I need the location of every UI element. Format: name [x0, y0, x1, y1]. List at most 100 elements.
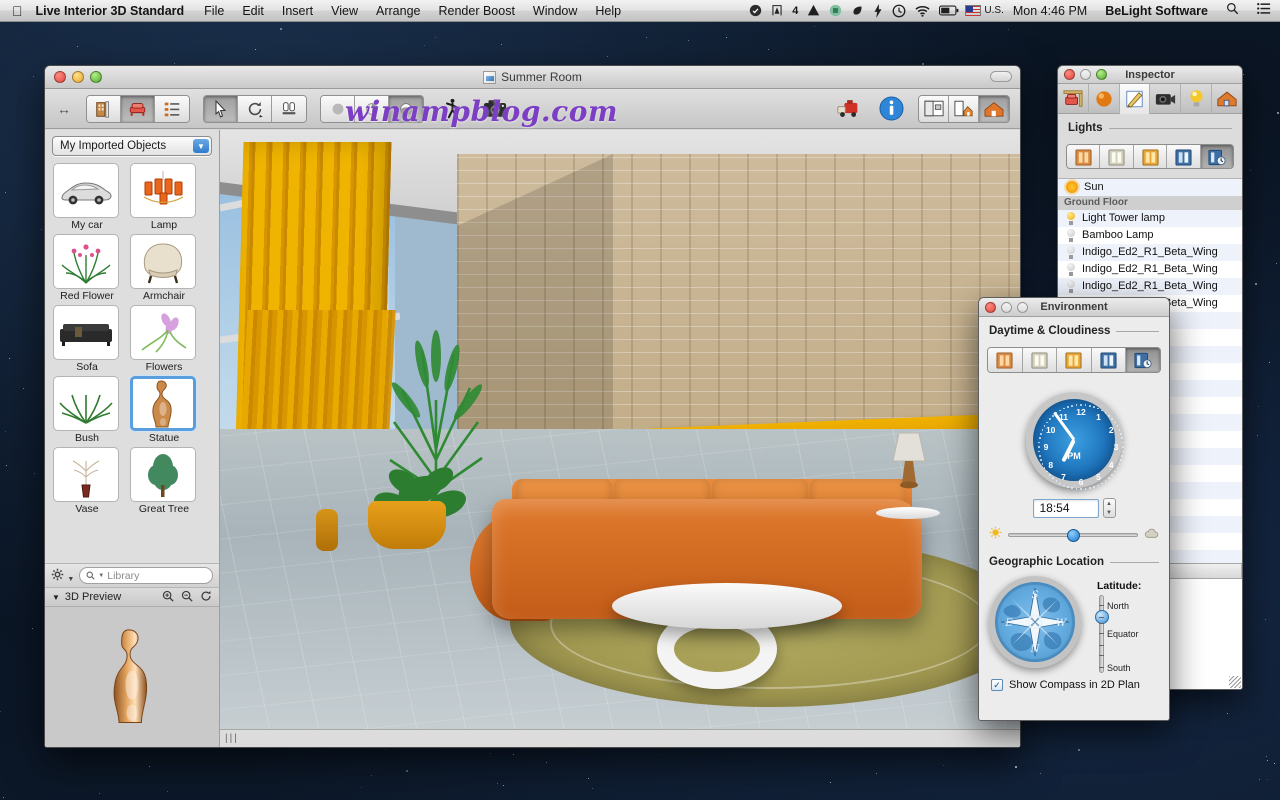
- show-compass-checkbox-row[interactable]: ✓ Show Compass in 2D Plan: [979, 673, 1169, 691]
- bulb-icon[interactable]: [1066, 263, 1076, 276]
- flash-icon[interactable]: [873, 4, 883, 18]
- search-icon[interactable]: [1217, 0, 1248, 22]
- list-item[interactable]: Light Tower lamp: [1058, 210, 1242, 227]
- tool-segment[interactable]: [203, 95, 307, 123]
- furniture-view-icon[interactable]: [121, 96, 155, 122]
- dropbox-icon[interactable]: [749, 4, 762, 17]
- list-item[interactable]: Indigo_Ed2_R1_Beta_Wing: [1058, 261, 1242, 278]
- search-input[interactable]: ▼ Library: [79, 567, 213, 584]
- edit-tab-icon[interactable]: [1120, 84, 1151, 114]
- light-mode-day-icon[interactable]: [1100, 145, 1133, 169]
- list-item[interactable]: Sun: [1058, 179, 1242, 196]
- light-mode-evening-icon[interactable]: [1134, 145, 1167, 169]
- latitude-track[interactable]: [1099, 595, 1104, 673]
- minimize-button[interactable]: [72, 71, 84, 83]
- inspector-tabs[interactable]: [1058, 84, 1242, 114]
- info-icon[interactable]: [876, 95, 906, 123]
- library-item-flowers[interactable]: Flowers: [130, 305, 198, 373]
- document-window[interactable]: Summer Room ↔ winampblog.com My Imported…: [44, 65, 1021, 748]
- export-truck-icon[interactable]: [834, 95, 864, 123]
- checkbox-icon[interactable]: ✓: [991, 679, 1003, 691]
- object-tab-icon[interactable]: [1058, 84, 1089, 114]
- input-source-label[interactable]: U.S.: [984, 5, 1003, 16]
- material-tab-icon[interactable]: [1089, 84, 1120, 114]
- daytime-clock[interactable]: PM 12 1 2 3 4 5 6 7 8 9 10 11: [979, 392, 1169, 488]
- inspector-titlebar[interactable]: Inspector: [1058, 66, 1242, 84]
- compass-dial[interactable]: S N E W: [989, 576, 1081, 668]
- list-view-icon[interactable]: [155, 96, 189, 122]
- cloudiness-clear-icon[interactable]: [988, 348, 1023, 372]
- stepper-up-icon[interactable]: ▲: [1106, 501, 1112, 507]
- bulb-icon[interactable]: [1066, 212, 1076, 225]
- list-item[interactable]: Bamboo Lamp: [1058, 227, 1242, 244]
- plan-3d-view-icon[interactable]: [949, 96, 979, 122]
- apple-icon[interactable]: : [0, 4, 34, 18]
- cloudiness-track[interactable]: [1008, 533, 1138, 537]
- list-item[interactable]: Indigo_Ed2_R1_Beta_Wing: [1058, 244, 1242, 261]
- light-tab-icon[interactable]: [1181, 84, 1212, 114]
- menu-insert[interactable]: Insert: [273, 0, 322, 22]
- menu-file[interactable]: File: [195, 0, 233, 22]
- cloudiness-segment[interactable]: [987, 347, 1161, 373]
- wifi-icon[interactable]: [915, 5, 930, 17]
- bulb-icon[interactable]: [1066, 229, 1076, 242]
- cloudiness-auto-time-icon[interactable]: [1126, 348, 1160, 372]
- library-item-great-tree[interactable]: Great Tree: [130, 447, 198, 515]
- split-view-icon[interactable]: [919, 96, 949, 122]
- library-item-armchair[interactable]: Armchair: [130, 234, 198, 302]
- library-item-bush[interactable]: Bush: [53, 376, 121, 444]
- cloudiness-knob[interactable]: [1067, 529, 1080, 542]
- view-mode-segment[interactable]: [86, 95, 190, 123]
- measure-tool-icon[interactable]: [272, 96, 306, 122]
- menu-window[interactable]: Window: [524, 0, 586, 22]
- library-item-vase[interactable]: Vase: [53, 447, 121, 515]
- disclosure-triangle-icon[interactable]: ▼: [52, 593, 60, 602]
- cloudiness-hazy-icon[interactable]: [1057, 348, 1092, 372]
- library-item-sofa[interactable]: Sofa: [53, 305, 121, 373]
- time-field-group[interactable]: 18:54 ▲ ▼: [979, 498, 1169, 518]
- environment-palette[interactable]: Environment Daytime & Cloudiness PM 12 1 2…: [978, 297, 1170, 721]
- chevron-down-icon[interactable]: ▼: [193, 139, 209, 153]
- menubar-app-name[interactable]: Live Interior 3D Standard: [34, 4, 196, 18]
- menubar-user-name[interactable]: BeLight Software: [1096, 4, 1217, 18]
- library-item-red-flower[interactable]: Red Flower: [53, 234, 121, 302]
- cloudiness-slider[interactable]: [979, 518, 1169, 548]
- camera-tab-icon[interactable]: [1150, 84, 1181, 114]
- time-machine-icon[interactable]: [892, 4, 906, 18]
- bulb-icon[interactable]: [1066, 246, 1076, 259]
- toolbar-toggle-button[interactable]: [990, 71, 1012, 82]
- bulb-icon[interactable]: [1066, 280, 1076, 293]
- zoom-out-icon[interactable]: [181, 590, 193, 605]
- menu-view[interactable]: View: [322, 0, 367, 22]
- clock-dial[interactable]: PM 12 1 2 3 4 5 6 7 8 9 10 11: [1026, 392, 1122, 488]
- resize-arrow-icon[interactable]: ↔: [55, 101, 73, 117]
- reset-rotation-icon[interactable]: [200, 590, 212, 605]
- preview-header[interactable]: ▼ 3D Preview: [45, 587, 219, 607]
- light-mode-time-icon[interactable]: [1201, 145, 1233, 169]
- zoom-in-icon[interactable]: [162, 590, 174, 605]
- environment-titlebar[interactable]: Environment: [979, 298, 1169, 317]
- light-mode-custom-icon[interactable]: [1167, 145, 1200, 169]
- menu-arrange[interactable]: Arrange: [367, 0, 429, 22]
- close-button[interactable]: [54, 71, 66, 83]
- window-controls[interactable]: [45, 71, 102, 83]
- cloudiness-light-icon[interactable]: [1023, 348, 1058, 372]
- us-flag-icon[interactable]: [965, 5, 981, 16]
- time-input[interactable]: 18:54: [1033, 499, 1099, 518]
- light-mode-segment[interactable]: [1066, 144, 1234, 169]
- leaf-icon[interactable]: [851, 4, 864, 17]
- window-titlebar[interactable]: Summer Room: [45, 66, 1020, 89]
- google-drive-icon[interactable]: [807, 4, 820, 17]
- building-view-icon[interactable]: [87, 96, 121, 122]
- rotate-tool-icon[interactable]: [238, 96, 272, 122]
- menu-edit[interactable]: Edit: [233, 0, 273, 22]
- library-item-my-car[interactable]: My car: [53, 163, 121, 231]
- preview-3d-viewport[interactable]: [45, 607, 219, 747]
- resize-grip-icon[interactable]: |||: [225, 733, 239, 744]
- pointer-tool-icon[interactable]: [204, 96, 238, 122]
- building-tab-icon[interactable]: [1212, 84, 1242, 114]
- layout-segment[interactable]: [918, 95, 1010, 123]
- list-item[interactable]: Indigo_Ed2_R1_Beta_Wing: [1058, 278, 1242, 295]
- library-item-statue[interactable]: Statue: [130, 376, 198, 444]
- battery-icon[interactable]: [939, 5, 959, 16]
